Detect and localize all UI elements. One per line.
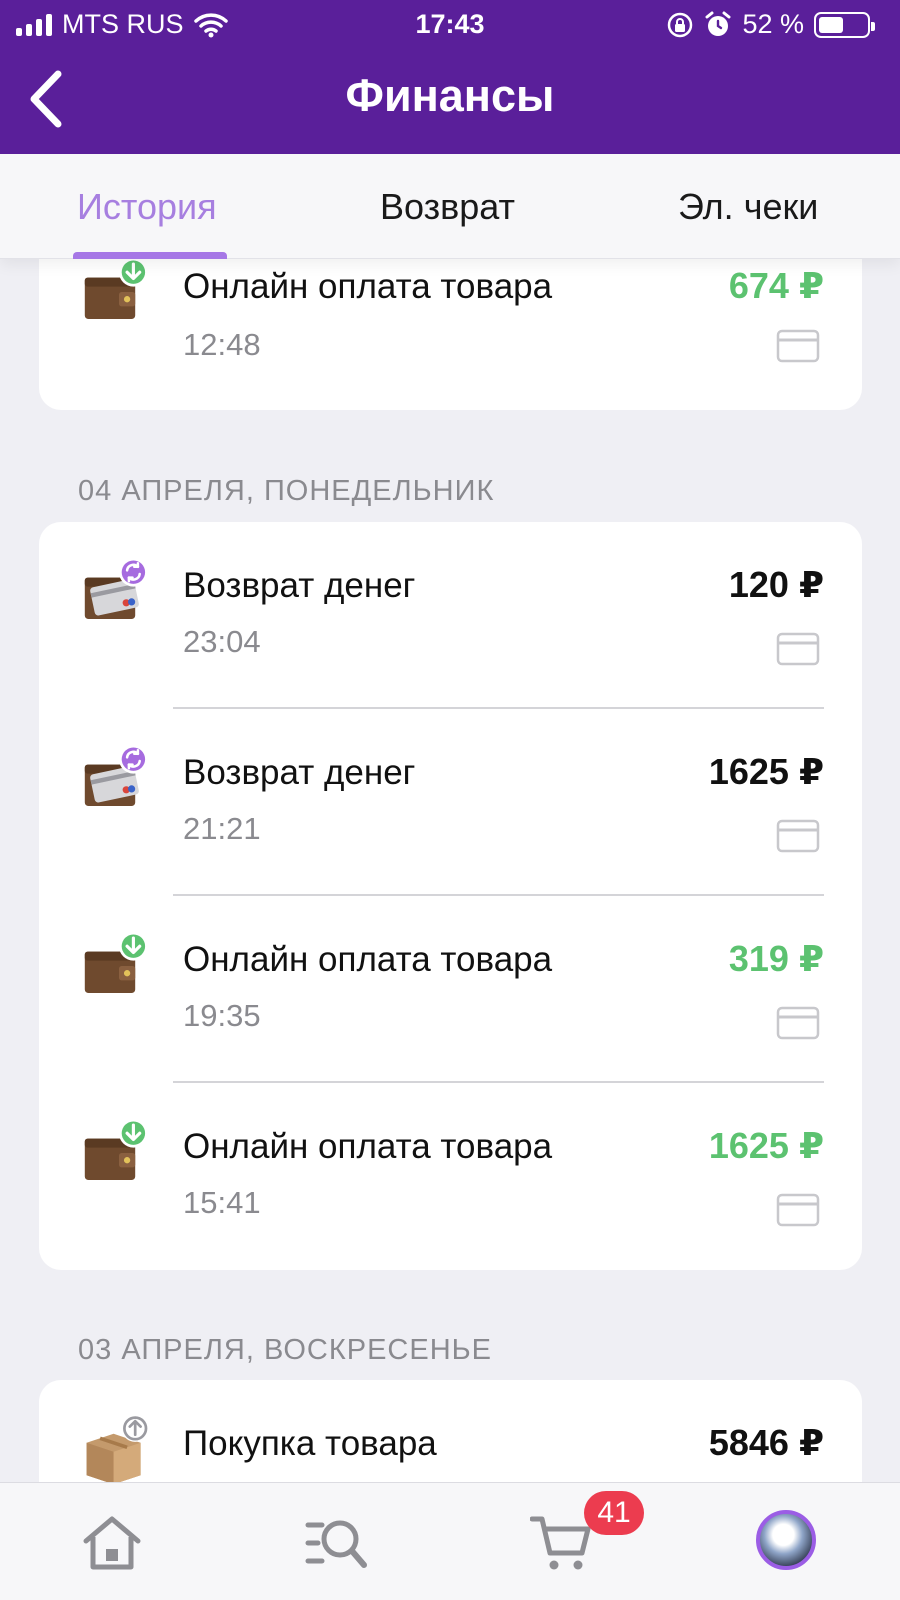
wallet-payment-icon (84, 1117, 150, 1180)
status-right: 52 % (666, 9, 875, 40)
bank-card-icon (776, 819, 820, 853)
bottom-nav: 41 (0, 1482, 900, 1600)
profile-avatar[interactable] (756, 1510, 816, 1570)
rotation-lock-icon (668, 12, 693, 37)
transaction-time: 21:21 (183, 811, 261, 846)
battery-icon (814, 11, 875, 38)
app-header: MTS RUS 17:43 52 % Финансы (0, 0, 900, 154)
transaction-amount: 674 ₽ (728, 265, 824, 306)
transaction-row[interactable]: Онлайн оплата товара 19:35 319 ₽ (39, 896, 862, 1083)
transaction-title: Онлайн оплата товара (183, 267, 553, 306)
tab-refund[interactable]: Возврат (380, 186, 515, 228)
wallet-payment-icon (84, 930, 150, 993)
tab-bar: История Возврат Эл. чеки (0, 154, 900, 259)
active-tab-indicator (73, 252, 227, 259)
transaction-amount: 1625 ₽ (708, 1125, 824, 1166)
transaction-time: 19:35 (183, 998, 261, 1033)
page-title: Финансы (345, 70, 555, 121)
bank-card-icon (776, 329, 820, 363)
transaction-title: Возврат денег (183, 753, 416, 792)
status-bar: MTS RUS 17:43 52 % (0, 0, 900, 52)
search-catalog-icon[interactable] (304, 1511, 368, 1575)
refund-wallet-icon (84, 556, 150, 619)
transaction-amount: 120 ₽ (728, 564, 824, 605)
transaction-row[interactable]: Возврат денег 23:04 120 ₽ (39, 522, 862, 709)
tab-e-receipts[interactable]: Эл. чеки (678, 186, 818, 228)
transaction-amount: 1625 ₽ (708, 751, 824, 792)
transaction-title: Онлайн оплата товара (183, 1127, 553, 1166)
transaction-amount: 5846 ₽ (708, 1422, 824, 1463)
cart-badge: 41 (584, 1491, 644, 1535)
transactions-card: Возврат денег 23:04 120 ₽ Возврат денег … (39, 522, 862, 1270)
battery-label: 52 % (742, 9, 804, 39)
home-icon[interactable] (80, 1511, 144, 1575)
refund-wallet-icon (84, 743, 150, 806)
transaction-title: Покупка товара (183, 1424, 437, 1463)
transaction-amount: 319 ₽ (728, 938, 824, 979)
tab-history[interactable]: История (77, 186, 217, 228)
transaction-title: Возврат денег (183, 566, 416, 605)
transaction-row[interactable]: Возврат денег 21:21 1625 ₽ (39, 709, 862, 896)
transaction-time: 23:04 (183, 624, 261, 659)
transaction-time: 15:41 (183, 1185, 261, 1220)
transaction-time: 12:48 (183, 327, 261, 362)
date-header: 03 АПРЕЛЯ, ВОСКРЕСЕНЬЕ (78, 1334, 493, 1366)
alarm-icon (705, 11, 731, 36)
date-header: 04 АПРЕЛЯ, ПОНЕДЕЛЬНИК (78, 475, 495, 507)
package-purchase-icon (86, 1414, 149, 1485)
wallet-payment-icon (84, 256, 150, 319)
bank-card-icon (776, 1193, 820, 1227)
bank-card-icon (776, 1006, 820, 1040)
transaction-title: Онлайн оплата товара (183, 940, 553, 979)
transaction-row[interactable]: Онлайн оплата товара 15:41 1625 ₽ (39, 1083, 862, 1270)
bank-card-icon (776, 632, 820, 666)
